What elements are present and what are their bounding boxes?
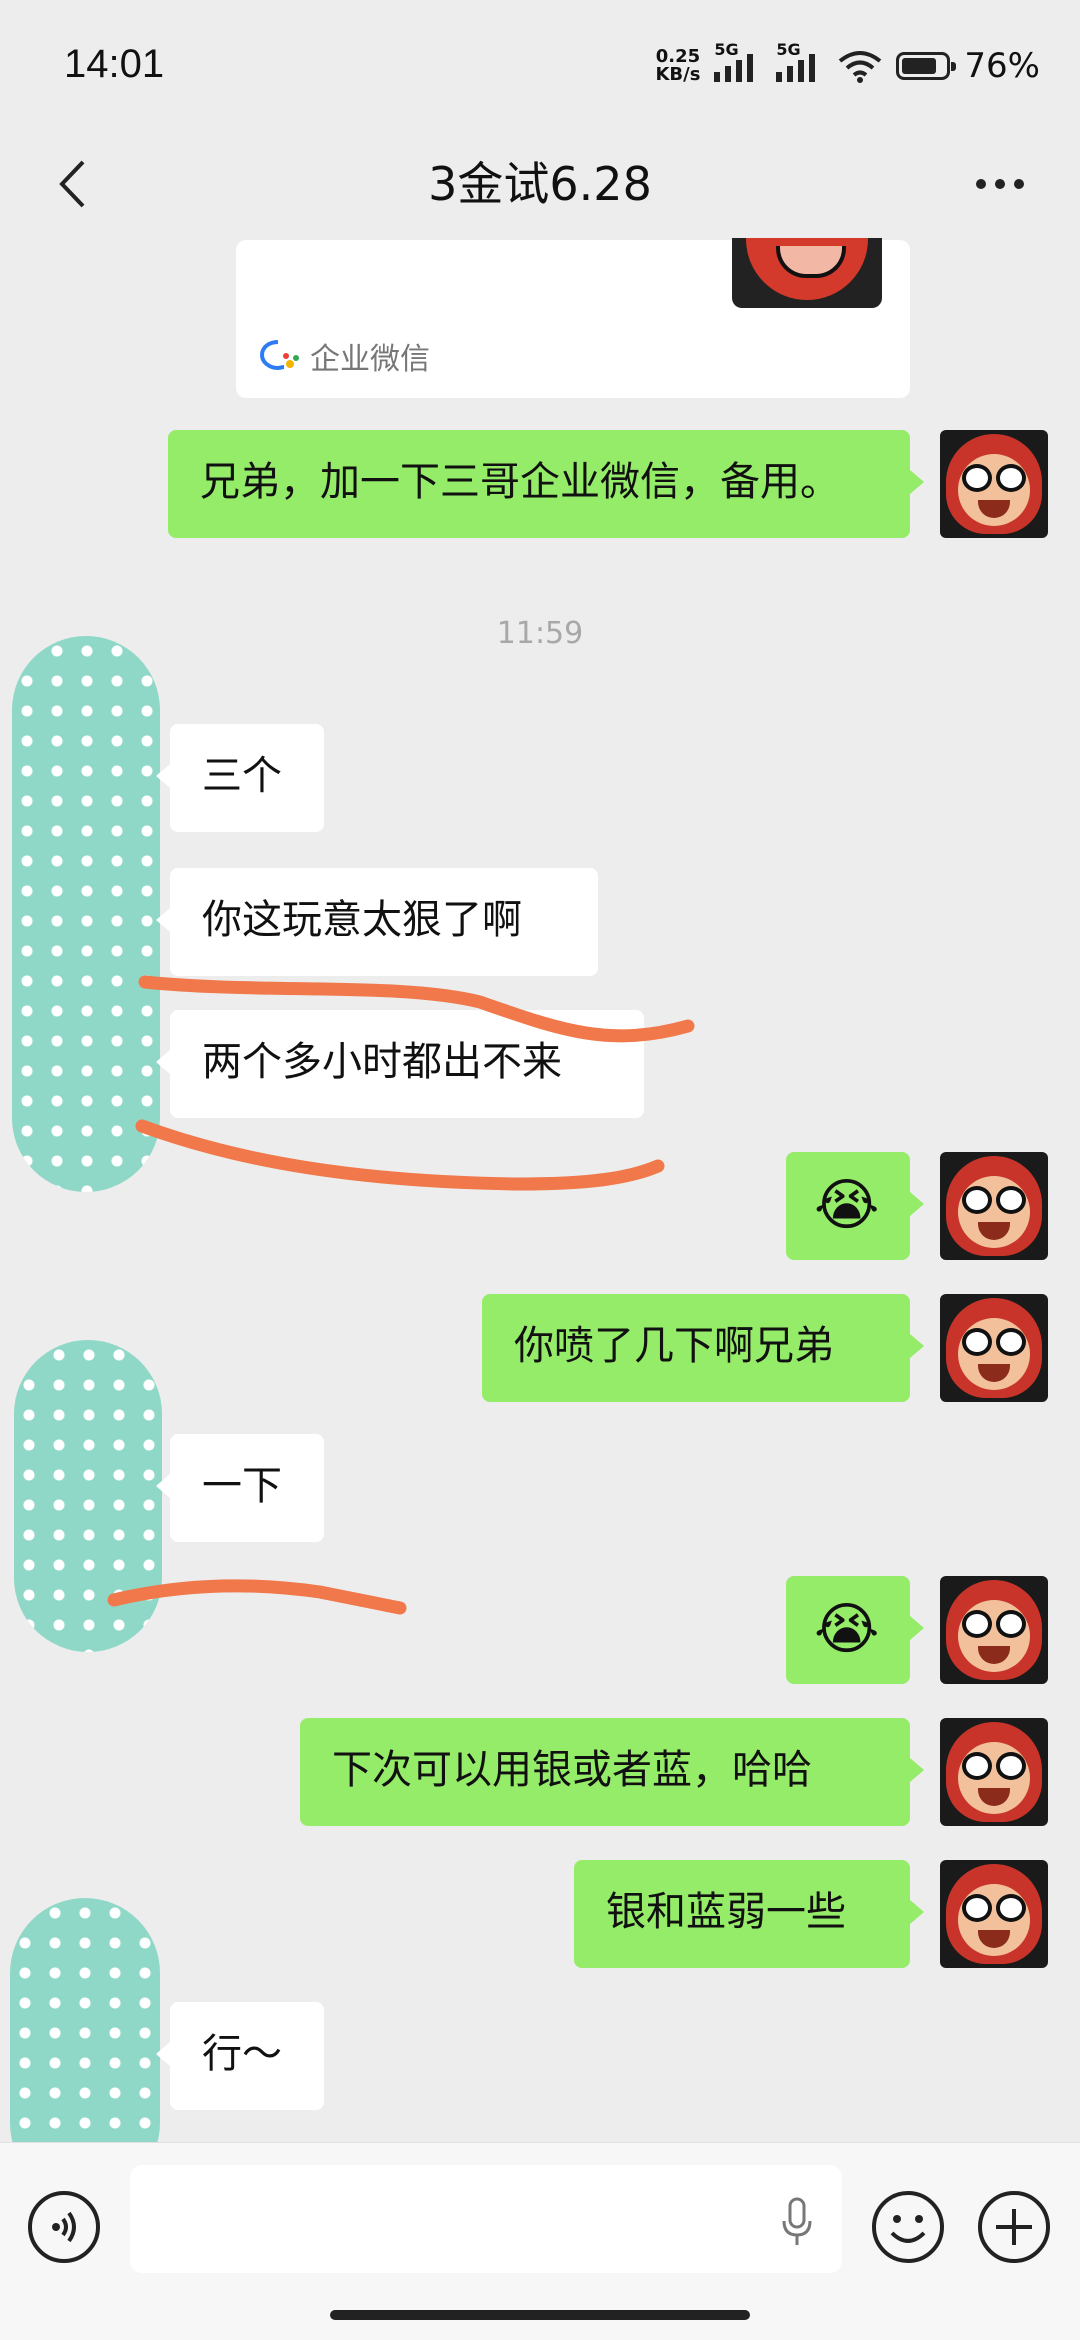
plus-icon[interactable] — [976, 2189, 1052, 2265]
emoji-icon[interactable] — [870, 2189, 946, 2265]
message-input[interactable] — [130, 2165, 842, 2273]
voice-toggle-button[interactable] — [28, 2191, 100, 2263]
mic-icon[interactable] — [780, 2197, 814, 2247]
scribble-marks — [107, 975, 695, 1615]
voice-icon — [52, 2211, 76, 2243]
home-indicator[interactable] — [330, 2310, 750, 2320]
